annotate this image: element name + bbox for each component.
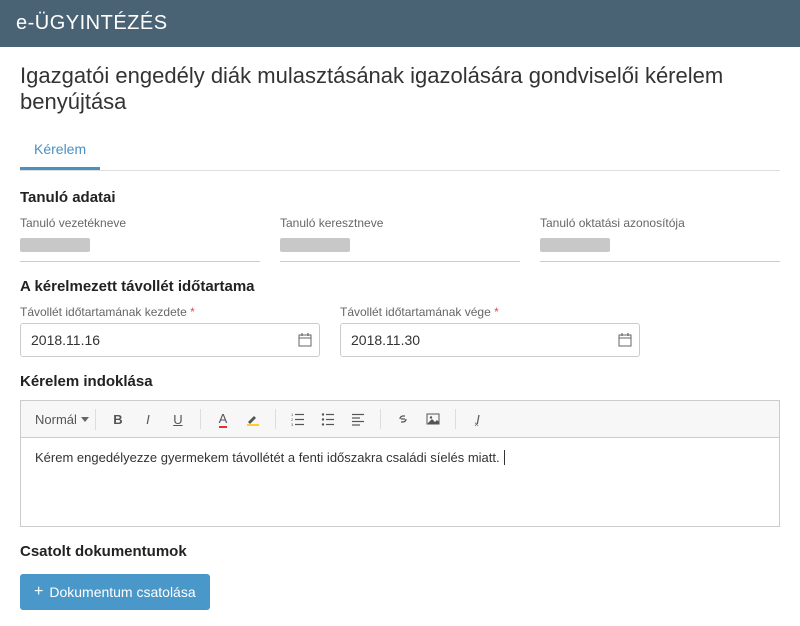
editor-body[interactable]: Kérem engedélyezze gyermekem távollétét … (20, 437, 780, 527)
app-title: e-ÜGYINTÉZÉS (16, 12, 168, 34)
plus-icon: + (34, 583, 43, 601)
lastname-label: Tanuló vezetékneve (20, 216, 260, 230)
attach-document-button[interactable]: + Dokumentum csatolása (20, 574, 210, 610)
link-button[interactable] (391, 407, 415, 431)
toolbar-separator (275, 409, 276, 429)
tab-kerelem[interactable]: Kérelem (20, 131, 100, 170)
absence-start-input[interactable] (20, 323, 320, 357)
absence-section-title: A kérelmezett távollét időtartama (20, 278, 780, 295)
format-dropdown[interactable]: Normál (29, 409, 96, 430)
bold-button[interactable]: B (106, 407, 130, 431)
main-content: Igazgatói engedély diák mulasztásának ig… (0, 47, 800, 626)
unordered-list-button[interactable] (316, 407, 340, 431)
font-color-button[interactable]: A (211, 407, 235, 431)
eduid-label: Tanuló oktatási azonosítója (540, 216, 780, 230)
align-button[interactable] (346, 407, 370, 431)
remove-format-button[interactable]: I× (466, 407, 490, 431)
ordered-list-button[interactable]: 123 (286, 407, 310, 431)
toolbar-separator (380, 409, 381, 429)
attachments-section-title: Csatolt dokumentumok (20, 543, 780, 560)
toolbar-separator (455, 409, 456, 429)
tab-label: Kérelem (34, 141, 86, 157)
chevron-down-icon (81, 417, 89, 422)
firstname-label: Tanuló keresztneve (280, 216, 520, 230)
redacted-lastname (20, 238, 90, 252)
bg-color-button[interactable] (241, 407, 265, 431)
redacted-firstname (280, 238, 350, 252)
absence-row: Távollét időtartamának kezdete * Távollé… (20, 305, 780, 357)
absence-end-input[interactable] (340, 323, 640, 357)
toolbar-separator (200, 409, 201, 429)
tabs: Kérelem (20, 131, 780, 171)
absence-start-label: Távollét időtartamának kezdete * (20, 305, 320, 319)
app-header: e-ÜGYINTÉZÉS (0, 0, 800, 47)
student-row: Tanuló vezetékneve Tanuló keresztneve Ta… (20, 216, 780, 262)
student-section-title: Tanuló adatai (20, 189, 780, 206)
page-title: Igazgatói engedély diák mulasztásának ig… (20, 63, 780, 115)
eduid-value (540, 234, 780, 262)
lastname-value (20, 234, 260, 262)
italic-button[interactable]: I (136, 407, 160, 431)
editor-toolbar: Normál B I U A 123 I× (20, 400, 780, 437)
firstname-value (280, 234, 520, 262)
image-button[interactable] (421, 407, 445, 431)
svg-text:3: 3 (291, 422, 294, 426)
absence-end-label: Távollét időtartamának vége * (340, 305, 640, 319)
redacted-eduid (540, 238, 610, 252)
justification-section-title: Kérelem indoklása (20, 373, 780, 390)
underline-button[interactable]: U (166, 407, 190, 431)
